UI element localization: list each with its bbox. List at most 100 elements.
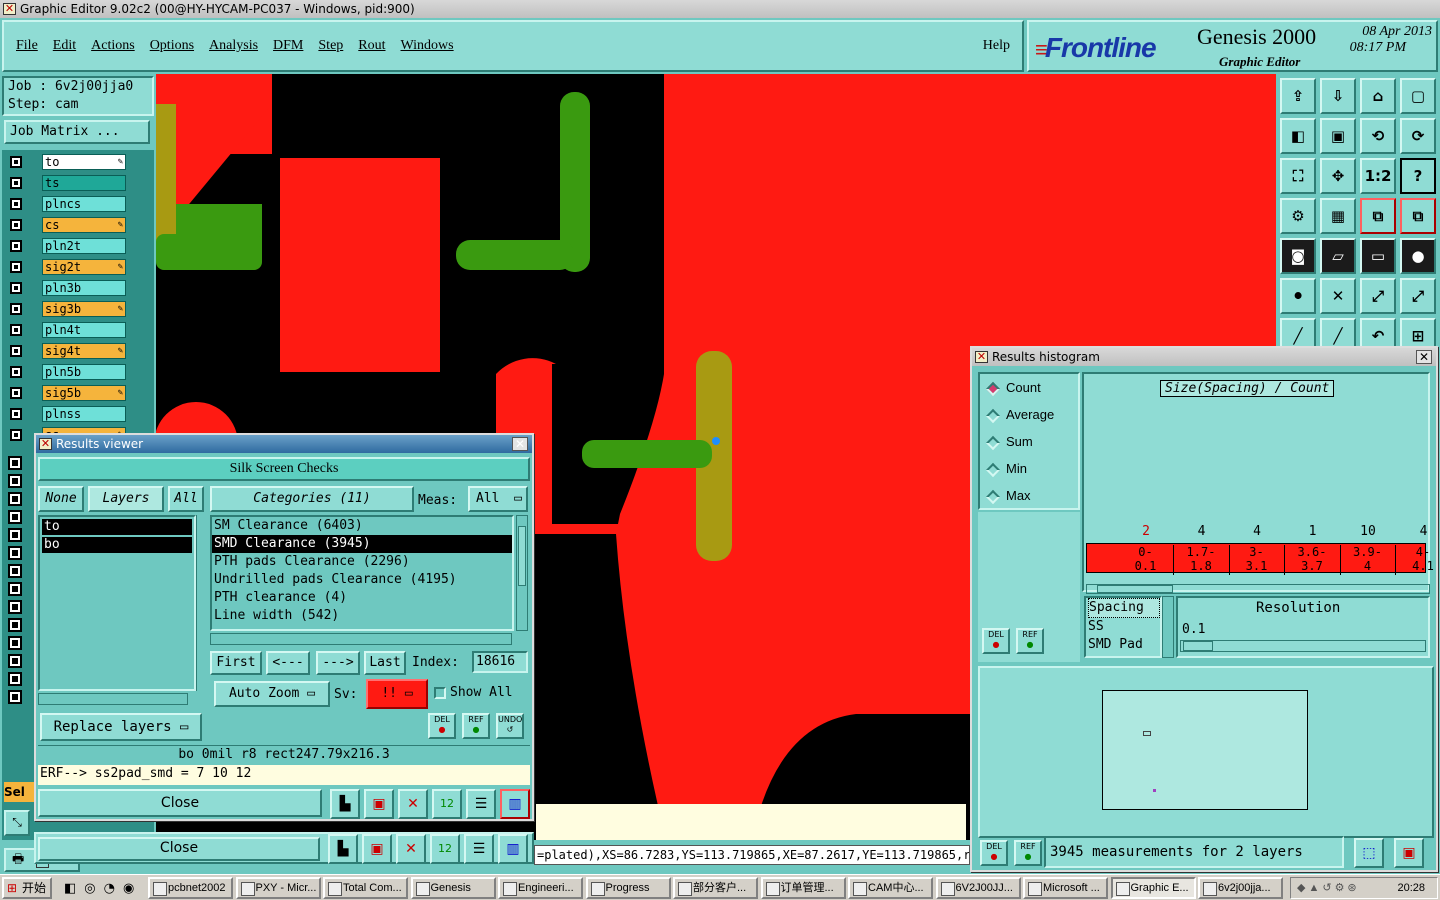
layer-name[interactable]: cs ✎: [42, 217, 126, 233]
attribute-item[interactable]: SS: [1088, 618, 1160, 636]
layer-checkbox[interactable]: [10, 261, 22, 273]
first-button[interactable]: First: [210, 651, 262, 675]
quick-launch[interactable]: ◧◎◔◉: [64, 881, 142, 896]
layer-affected-checkbox[interactable]: [8, 600, 22, 614]
layer-checkbox[interactable]: [10, 219, 22, 231]
layer-affected-checkbox[interactable]: [8, 546, 22, 560]
center-icon[interactable]: ✥: [1320, 158, 1356, 194]
mode-average[interactable]: Average: [985, 407, 1054, 423]
layer-name[interactable]: pln2t: [42, 238, 126, 254]
pan-right-icon[interactable]: ▣: [1320, 118, 1356, 154]
menu-analysis[interactable]: Analysis: [209, 38, 258, 53]
category-item[interactable]: PTH pads Clearance (2296): [212, 553, 512, 571]
replace-layers-dropdown[interactable]: Replace layers ▭: [40, 713, 202, 741]
layer-checkbox[interactable]: [10, 240, 22, 252]
taskbar-item[interactable]: 订单管理...: [760, 877, 846, 899]
snap-icon[interactable]: ⧉: [1360, 198, 1396, 234]
tray-icons[interactable]: ◆▲↺⚙⊛: [1297, 882, 1360, 894]
resolution-slider[interactable]: [1180, 640, 1426, 652]
del-button[interactable]: DEL ●: [428, 713, 456, 739]
numbers-icon[interactable]: 12: [430, 834, 460, 864]
layer-affected-checkbox[interactable]: [8, 582, 22, 596]
hist-del-button[interactable]: DEL ●: [982, 628, 1010, 654]
layer-checkbox[interactable]: [10, 282, 22, 294]
layer-checkbox[interactable]: [10, 177, 22, 189]
histogram-bin[interactable]: 3.6- 3.7: [1285, 545, 1341, 575]
layer-name[interactable]: sig2t ✎: [42, 259, 126, 275]
zoom-home-icon[interactable]: ⇪: [1280, 78, 1316, 114]
layer-name[interactable]: pln3b: [42, 280, 126, 296]
result-layer-item[interactable]: to: [42, 519, 192, 535]
layer-name[interactable]: plnss: [42, 406, 126, 422]
taskbar-item[interactable]: Microsoft ...: [1023, 877, 1108, 899]
layer-row[interactable]: pln4t: [8, 322, 126, 338]
show-all-checkbox[interactable]: [434, 687, 446, 699]
close-icon[interactable]: ✕: [1416, 350, 1432, 364]
category-item[interactable]: PTH clearance (4): [212, 589, 512, 607]
pan-left-icon[interactable]: ◧: [1280, 118, 1316, 154]
layers-hscrollbar[interactable]: [38, 693, 188, 705]
layer-name[interactable]: sig5b ✎: [42, 385, 126, 401]
mode-max[interactable]: Max: [985, 488, 1031, 504]
layer-checkbox[interactable]: [10, 324, 22, 336]
undo-view-icon[interactable]: ⟲: [1360, 118, 1396, 154]
hist-ref-button[interactable]: REF ●: [1016, 628, 1044, 654]
auto-zoom-dropdown[interactable]: Auto Zoom ▭: [214, 681, 330, 707]
layer-name[interactable]: sig3b ✎: [42, 301, 126, 317]
taskbar-item[interactable]: 6v2j00jja...: [1198, 877, 1283, 899]
numbers-icon[interactable]: 12: [432, 789, 462, 819]
edit-shape-icon[interactable]: ▱: [1320, 238, 1356, 274]
fill-icon[interactable]: ◙: [1280, 238, 1316, 274]
category-item[interactable]: SMD Clearance (3945): [212, 535, 512, 553]
layer-row[interactable]: sig4t ✎: [8, 343, 126, 359]
histogram-scrollbar[interactable]: [1086, 584, 1430, 594]
index-field[interactable]: 18616: [472, 651, 528, 673]
grid-icon[interactable]: ▦: [1320, 198, 1356, 234]
ref-button[interactable]: REF ●: [462, 713, 490, 739]
layer-affected-checkbox[interactable]: [8, 456, 22, 470]
histogram-icon[interactable]: ▥: [498, 834, 528, 864]
layer-name[interactable]: pln5b: [42, 364, 126, 380]
layer-affected-checkbox[interactable]: [8, 510, 22, 524]
taskbar-item[interactable]: Graphic E...: [1110, 877, 1196, 899]
layer-affected-checkbox[interactable]: [8, 564, 22, 578]
ratio-icon[interactable]: 1:2: [1360, 158, 1396, 194]
meas-dropdown[interactable]: All ▭: [468, 486, 528, 512]
layer-affected-checkbox[interactable]: [8, 528, 22, 542]
cross-icon[interactable]: ✕: [1320, 278, 1356, 314]
measure-icon[interactable]: ⤢: [1360, 278, 1396, 314]
delete-icon[interactable]: ✕: [398, 789, 428, 819]
taskbar-item[interactable]: Progress: [585, 877, 671, 899]
layer-checkbox[interactable]: [10, 303, 22, 315]
layer-row[interactable]: pln2t: [8, 238, 126, 254]
mode-min[interactable]: Min: [985, 461, 1027, 477]
close-button[interactable]: Close: [38, 789, 322, 817]
layer-checkbox[interactable]: [10, 345, 22, 357]
chart-export-icon[interactable]: ▣: [1394, 838, 1424, 868]
bottom-close-button[interactable]: Close: [38, 837, 320, 861]
layer-name[interactable]: ts: [42, 175, 126, 191]
categories-hscrollbar[interactable]: [210, 633, 512, 645]
taskbar-item[interactable]: 6V2J00JJ...: [935, 877, 1021, 899]
layer-row[interactable]: plnss: [8, 406, 126, 422]
attribute-scrollbar[interactable]: [1162, 596, 1174, 658]
layer-name[interactable]: pln4t: [42, 322, 126, 338]
layer-row[interactable]: sig3b ✎: [8, 301, 126, 317]
menu-edit[interactable]: Edit: [53, 38, 76, 53]
ruler-icon[interactable]: ▭: [1360, 238, 1396, 274]
layer-checkbox[interactable]: [10, 387, 22, 399]
zoom-in-icon[interactable]: ⇩: [1320, 78, 1356, 114]
histogram-icon[interactable]: ▥: [500, 789, 530, 819]
preview-del-button[interactable]: DEL ●: [980, 840, 1008, 866]
mode-count[interactable]: Count: [985, 380, 1041, 396]
histogram-bin[interactable]: 1.7- 1.8: [1174, 545, 1230, 575]
redo-view-icon[interactable]: ⟳: [1400, 118, 1436, 154]
attribute-item[interactable]: SMD Pad: [1088, 636, 1160, 654]
connect-icon[interactable]: ⚫: [1280, 278, 1316, 314]
help-icon[interactable]: ?: [1400, 158, 1436, 194]
taskbar-item[interactable]: CAM中心...: [848, 877, 933, 899]
result-layer-item[interactable]: bo: [42, 537, 192, 553]
report-icon[interactable]: ☰: [466, 789, 496, 819]
window-icon[interactable]: ▢: [1400, 78, 1436, 114]
layer-row[interactable]: sig2t ✎: [8, 259, 126, 275]
